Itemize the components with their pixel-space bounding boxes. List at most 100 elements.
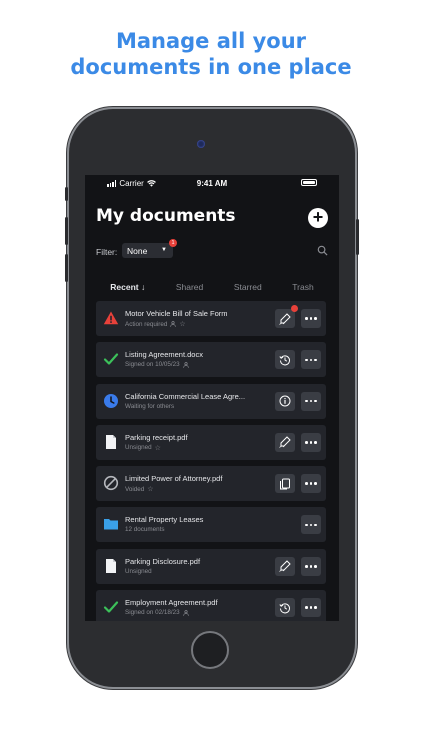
filter-label: Filter: [96, 247, 118, 257]
headline-line-1: Manage all your [115, 29, 307, 53]
person-icon [182, 361, 189, 368]
list-item[interactable]: Motor Vehicle Bill of Sale Form Action r… [96, 301, 326, 336]
star-icon[interactable]: ☆ [147, 485, 153, 493]
folder-count: 12 documents [125, 526, 165, 533]
document-list: Motor Vehicle Bill of Sale Form Action r… [96, 301, 328, 621]
more-icon [301, 433, 321, 452]
more-options-button[interactable] [301, 350, 321, 370]
document-subtitle: Unsigned [125, 444, 152, 452]
front-camera [197, 140, 205, 148]
list-item[interactable]: Parking receipt.pdf Unsigned ☆ [96, 424, 326, 460]
tab-recent[interactable]: Recent ↓ [110, 282, 145, 292]
more-options-button[interactable] [301, 309, 321, 328]
list-item[interactable]: Rental Property Leases 12 documents [96, 507, 326, 543]
check-icon [103, 353, 119, 365]
more-icon [301, 515, 321, 534]
clock-icon [104, 393, 118, 408]
list-item[interactable]: Limited Power of Attorney.pdf Voided ☆ [96, 466, 326, 502]
filter-value: None [127, 246, 148, 256]
volume-up-button [65, 217, 68, 245]
history-icon [279, 603, 290, 613]
more-icon [301, 474, 321, 493]
sign-icon [279, 436, 291, 449]
battery-icon [301, 179, 317, 186]
warning-icon [103, 311, 119, 325]
history-button[interactable] [275, 598, 295, 618]
document-name: Listing Agreement.docx [125, 350, 203, 360]
sign-button[interactable] [275, 432, 295, 452]
info-icon [279, 395, 291, 407]
more-options-button[interactable] [301, 556, 321, 576]
document-name: Parking Disclosure.pdf [125, 556, 201, 566]
document-status: Unsigned [125, 568, 152, 575]
folder-icon [104, 519, 118, 530]
list-item[interactable]: California Commercial Lease Agre... Wait… [96, 383, 326, 419]
document-name: Limited Power of Attorney.pdf [125, 474, 223, 484]
list-item[interactable]: Employment Agreement.pdf Signed on 02/18… [96, 590, 326, 621]
document-name: Employment Agreement.pdf [125, 598, 218, 608]
document-subtitle: Voided [125, 485, 145, 493]
more-options-button[interactable] [301, 391, 321, 411]
caret-down-icon: ▼ [161, 247, 167, 253]
more-options-button[interactable] [301, 432, 321, 452]
headline-line-2: documents in one place [70, 55, 352, 79]
more-icon [301, 598, 321, 617]
folder-name: Rental Property Leases [125, 515, 204, 525]
document-subtitle: Unsigned [125, 567, 152, 575]
power-button [356, 219, 359, 255]
notification-badge [291, 305, 298, 312]
star-icon[interactable]: ☆ [155, 444, 161, 452]
document-name: California Commercial Lease Agre... [125, 391, 246, 401]
document-subtitle: Signed on 02/18/23 [125, 609, 180, 617]
file-icon [106, 558, 116, 573]
document-status: Waiting for others [125, 403, 174, 410]
page-title: My documents [96, 206, 236, 226]
list-item[interactable]: Parking Disclosure.pdf Unsigned [96, 548, 326, 584]
copy-icon [280, 478, 290, 490]
more-options-button[interactable] [301, 515, 321, 535]
history-button[interactable] [275, 350, 295, 370]
tab-trash[interactable]: Trash [292, 282, 313, 292]
document-status: Voided ☆ [125, 485, 154, 494]
sign-button[interactable] [275, 556, 295, 576]
list-item[interactable]: Listing Agreement.docx Signed on 10/05/2… [96, 342, 326, 378]
sign-icon [279, 312, 291, 325]
status-bar: Carrier 9:41 AM [85, 175, 339, 191]
filter-select[interactable]: None ▼ 1 [122, 239, 177, 258]
more-icon [301, 350, 321, 369]
app-screen: Carrier 9:41 AM My documents + Filter: N… [85, 175, 339, 621]
search-icon[interactable] [317, 245, 328, 256]
document-subtitle: Waiting for others [125, 402, 175, 410]
person-icon [182, 609, 189, 616]
marketing-headline: Manage all your documents in one place [0, 28, 422, 80]
document-subtitle: 12 documents [125, 526, 165, 534]
person-icon [170, 321, 177, 327]
file-icon [106, 434, 116, 449]
more-options-button[interactable] [301, 598, 321, 618]
history-icon [279, 355, 290, 366]
star-icon[interactable]: ☆ [179, 320, 185, 328]
more-options-button[interactable] [301, 474, 321, 494]
document-status: Unsigned ☆ [125, 444, 161, 452]
void-icon [103, 476, 119, 491]
more-icon [301, 557, 321, 576]
home-button[interactable] [191, 631, 229, 669]
document-status: Signed on 02/18/23 [125, 609, 189, 616]
info-button[interactable] [275, 391, 295, 411]
mute-switch [65, 187, 68, 201]
document-status: Action required ☆ [125, 320, 186, 329]
tab-shared[interactable]: Shared [176, 282, 203, 292]
sign-button[interactable] [275, 305, 298, 328]
document-subtitle: Signed on 10/05/23 [125, 361, 180, 369]
document-name: Parking receipt.pdf [125, 432, 188, 442]
volume-down-button [65, 254, 68, 282]
filter-badge: 1 [169, 239, 177, 247]
copy-button[interactable] [275, 474, 295, 494]
sign-icon [279, 560, 291, 573]
phone-frame: Carrier 9:41 AM My documents + Filter: N… [65, 109, 359, 687]
more-icon [301, 309, 321, 328]
add-document-button[interactable]: + [308, 208, 328, 228]
more-icon [301, 392, 321, 411]
tab-starred[interactable]: Starred [234, 282, 262, 292]
document-subtitle: Action required [125, 320, 168, 328]
